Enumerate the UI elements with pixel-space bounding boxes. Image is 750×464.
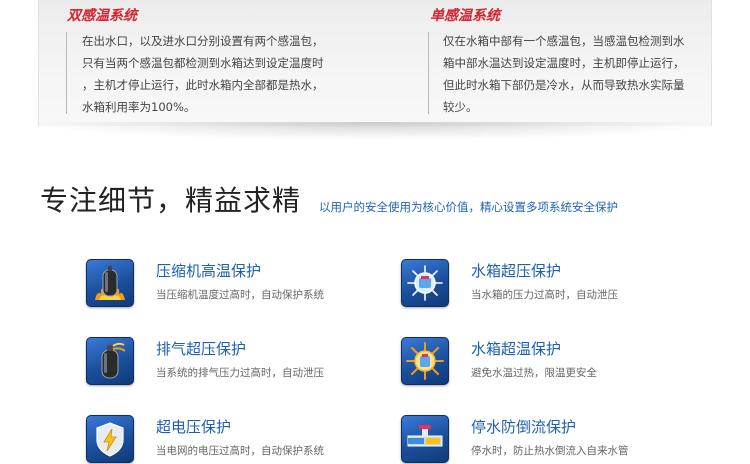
single-sensor-description: 仅在水箱中部有一个感温包，当感温包检测到水 箱中部水温达到设定温度时，主机即停止…: [443, 30, 685, 118]
compressor-flame-icon: [86, 259, 134, 307]
feature-description: 当压缩机温度过高时，自动保护系统: [156, 289, 324, 301]
feature-title: 超电压保护: [156, 418, 232, 436]
feature-description: 当系统的排气压力过高时，自动泄压: [156, 367, 324, 379]
single-line-3: 但此时水箱下部仍是冷水，从而导致热水实际量: [443, 78, 685, 92]
feature-description: 当电网的电压过高时，自动保护系统: [156, 445, 324, 457]
feature-title: 排气超压保护: [156, 340, 247, 358]
feature-description: 停水时，防止热水倒流入自来水管: [471, 445, 629, 457]
single-divider-line: [428, 32, 429, 114]
single-line-1: 仅在水箱中部有一个感温包，当感温包检测到水: [443, 34, 685, 48]
feature-description: 当水箱的压力过高时，自动泄压: [471, 289, 618, 301]
dual-sensor-description: 在出水口，以及进水口分别设置有两个感温包， 只有当两个感温包都检测到水箱达到设定…: [82, 30, 324, 118]
single-line-4: 较少。: [443, 100, 478, 114]
dual-divider-line: [66, 32, 67, 114]
dual-line-3: ，主机才停止运行，此时水箱内全部都是热水，: [82, 78, 324, 92]
feature-title: 停水防倒流保护: [471, 418, 577, 436]
dual-line-1: 在出水口，以及进水口分别设置有两个感温包，: [82, 34, 324, 48]
pipe-backflow-icon: [401, 415, 449, 463]
card-shadow: [30, 122, 720, 140]
section-subtitle: 以用户的安全使用为核心价值，精心设置多项系统安全保护: [319, 200, 618, 214]
feature-title: 水箱超温保护: [471, 340, 562, 358]
feature-title: 水箱超压保护: [471, 262, 562, 280]
dual-sensor-title: 双感温系统: [67, 8, 137, 24]
tank-pressure-icon: [401, 259, 449, 307]
dual-line-2: 只有当两个感温包都检测到水箱达到设定温度时: [82, 56, 324, 70]
single-line-2: 箱中部水温达到设定温度时，主机即停止运行，: [443, 56, 685, 70]
tank-temperature-icon: [401, 337, 449, 385]
feature-description: 避免水温过热，限温更安全: [471, 367, 597, 379]
dual-line-4: 水箱利用率为100%。: [82, 100, 196, 114]
exhaust-cylinder-icon: [86, 337, 134, 385]
lightning-shield-icon: [86, 415, 134, 463]
section-title: 专注细节，精益求精: [40, 184, 302, 217]
single-sensor-title: 单感温系统: [430, 8, 500, 24]
feature-title: 压缩机高温保护: [156, 262, 262, 280]
